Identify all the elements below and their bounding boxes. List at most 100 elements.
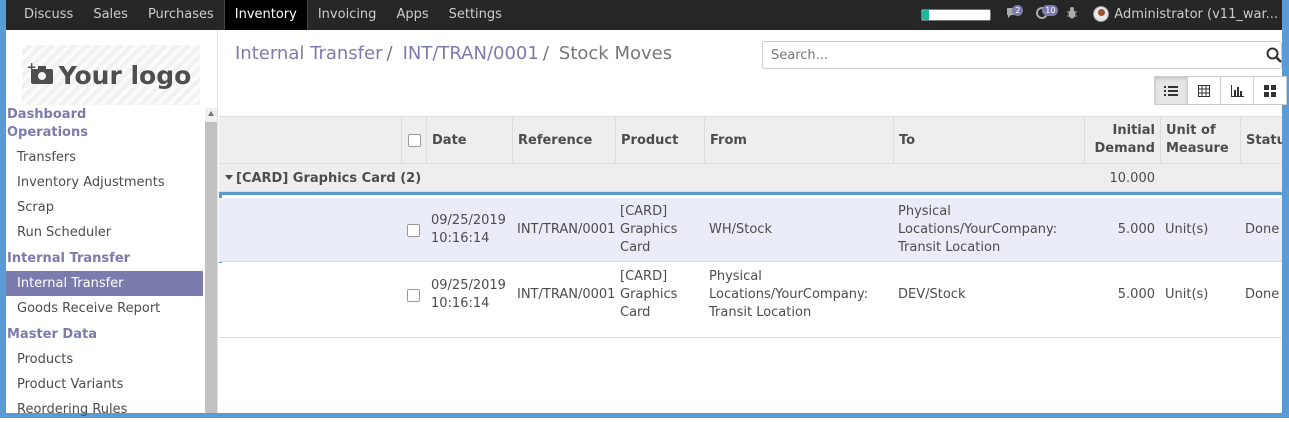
column-initial-demand-line1: Initial <box>1112 123 1155 138</box>
breadcrumb-record[interactable]: INT/TRAN/0001 <box>403 43 539 64</box>
cell-product-line: Card <box>620 240 651 255</box>
top-navbar: Discuss Sales Purchases Inventory Invoic… <box>6 0 1282 30</box>
cell-product-line: [CARD] <box>620 269 668 284</box>
cell-from: Physical Locations/YourCompany: Transit … <box>704 263 893 327</box>
company-logo[interactable]: + Your logo <box>22 45 200 105</box>
chat-icon[interactable]: 2 <box>1003 5 1024 22</box>
cell-date-day: 09/25/2019 <box>431 278 506 293</box>
sidebar: + Your logo Dashboard Operations Transfe… <box>6 30 218 417</box>
page-title: Stock Moves <box>558 43 673 64</box>
cell-reference: INT/TRAN/0001 <box>517 287 616 302</box>
cell-to-line: Transit Location <box>898 240 1001 255</box>
navbar-systray: 2 10 Administrator (v11_war... <box>921 0 1278 30</box>
table-row[interactable]: 09/25/2019 10:16:14 INT/TRAN/0001 [CARD]… <box>219 263 1282 327</box>
sidebar-item-products[interactable]: Products <box>6 347 203 372</box>
chat-badge: 2 <box>1012 5 1024 16</box>
select-all-checkbox[interactable] <box>407 133 421 147</box>
cell-date: 09/25/2019 10:16:14 <box>426 263 512 327</box>
cell-initial-demand: 5.000 <box>1117 222 1155 237</box>
column-from[interactable]: From <box>704 117 893 163</box>
sidebar-item-reordering-rules[interactable]: Reordering Rules <box>6 397 203 422</box>
column-date[interactable]: Date <box>426 117 512 163</box>
sidebar-section-operations[interactable]: Operations <box>6 124 203 142</box>
column-product[interactable]: Product <box>615 117 704 163</box>
cell-unit-of-measure: Unit(s) <box>1165 287 1209 302</box>
activity-badge: 10 <box>1042 5 1059 16</box>
table-row[interactable]: 09/25/2019 10:16:14 INT/TRAN/0001 [CARD]… <box>219 198 1282 262</box>
sidebar-section-master-data[interactable]: Master Data <box>6 326 203 344</box>
column-uom-line2: Measure <box>1166 141 1229 156</box>
scroll-up-icon[interactable] <box>208 111 214 116</box>
sidebar-item-goods-receive-report[interactable]: Goods Receive Report <box>6 296 203 321</box>
cell-product-line: Graphics <box>620 287 678 302</box>
column-reference[interactable]: Reference <box>512 117 615 163</box>
list-view-icon[interactable] <box>1154 76 1188 105</box>
column-to[interactable]: To <box>893 117 1084 163</box>
column-unit-of-measure[interactable]: Unit of Measure <box>1160 117 1240 163</box>
scrollbar-thumb[interactable] <box>205 122 217 413</box>
sidebar-item-inventory-adjustments[interactable]: Inventory Adjustments <box>6 170 203 195</box>
cell-initial-demand: 5.000 <box>1117 287 1155 302</box>
column-initial-demand[interactable]: Initial Demand <box>1084 117 1160 163</box>
cell-product-line: Card <box>620 305 651 320</box>
menu-invoicing[interactable]: Invoicing <box>308 0 387 30</box>
column-initial-demand-line2: Demand <box>1094 141 1156 156</box>
menu-discuss[interactable]: Discuss <box>14 0 83 30</box>
search-input[interactable] <box>762 41 1282 69</box>
sidebar-section-internal-transfer[interactable]: Internal Transfer <box>6 250 203 268</box>
user-avatar <box>1093 6 1110 22</box>
sidebar-item-transfers[interactable]: Transfers <box>6 145 203 170</box>
cell-to: Physical Locations/YourCompany: Transit … <box>893 198 1084 262</box>
kanban-view-icon[interactable] <box>1253 76 1287 105</box>
graph-view-icon[interactable] <box>1220 76 1254 105</box>
cell-product: [CARD] Graphics Card <box>615 263 704 327</box>
select-all-cell <box>401 117 426 163</box>
menu-apps[interactable]: Apps <box>386 0 438 30</box>
row-select-cell <box>401 263 426 327</box>
column-uom-line1: Unit of <box>1166 123 1216 138</box>
cell-product-line: Graphics <box>620 222 678 237</box>
table-header: Date Reference Product From To Initial D… <box>219 116 1282 164</box>
sidebar-item-run-scheduler[interactable]: Run Scheduler <box>6 220 203 245</box>
sidebar-menu: Dashboard Operations Transfers Inventory… <box>6 106 203 422</box>
cell-from-line: Physical <box>709 269 762 284</box>
cell-to-line: Physical <box>898 204 951 219</box>
sidebar-section-dashboard[interactable]: Dashboard <box>6 106 203 124</box>
group-title: [CARD] Graphics Card (2) <box>236 171 422 186</box>
pivot-view-icon[interactable] <box>1187 76 1221 105</box>
cell-date: 09/25/2019 10:16:14 <box>426 198 512 262</box>
sidebar-scrollbar[interactable] <box>205 108 217 413</box>
group-row[interactable]: [CARD] Graphics Card (2) 10.000 <box>219 164 1282 192</box>
breadcrumb-separator: / <box>386 43 393 64</box>
cell-product-line: [CARD] <box>620 204 668 219</box>
sidebar-item-internal-transfer[interactable]: Internal Transfer <box>6 271 203 296</box>
selected-rows-highlight: 09/25/2019 10:16:14 INT/TRAN/0001 [CARD]… <box>219 192 1282 327</box>
logo-text: Your logo <box>58 60 192 90</box>
row-checkbox[interactable] <box>407 223 420 237</box>
progress-bar <box>921 9 992 21</box>
search-icon[interactable] <box>1266 47 1282 63</box>
column-status[interactable]: Status <box>1240 117 1282 163</box>
progress-fill <box>922 10 930 20</box>
menu-purchases[interactable]: Purchases <box>138 0 224 30</box>
caret-down-icon <box>225 175 233 180</box>
breadcrumb-separator: / <box>542 43 549 64</box>
debug-bug-icon[interactable] <box>1063 6 1081 22</box>
cell-product: [CARD] Graphics Card <box>615 198 704 262</box>
user-menu[interactable]: Administrator (v11_war... <box>1093 6 1278 22</box>
activity-icon[interactable]: 10 <box>1033 5 1059 22</box>
row-checkbox[interactable] <box>407 288 420 302</box>
sidebar-item-product-variants[interactable]: Product Variants <box>6 372 203 397</box>
cell-to-line: Locations/YourCompany: <box>898 222 1058 237</box>
menu-sales[interactable]: Sales <box>83 0 138 30</box>
cell-status: Done <box>1245 222 1280 237</box>
menu-settings[interactable]: Settings <box>439 0 512 30</box>
breadcrumb-internal-transfer[interactable]: Internal Transfer <box>235 43 382 64</box>
cell-date-time: 10:16:14 <box>431 296 490 311</box>
group-total: 10.000 <box>1109 171 1156 186</box>
cell-from-line: Transit Location <box>709 305 812 320</box>
breadcrumb: Internal Transfer / INT/TRAN/0001 / Stoc… <box>235 43 672 64</box>
cell-from: WH/Stock <box>709 222 772 237</box>
sidebar-item-scrap[interactable]: Scrap <box>6 195 203 220</box>
menu-inventory[interactable]: Inventory <box>223 0 308 30</box>
